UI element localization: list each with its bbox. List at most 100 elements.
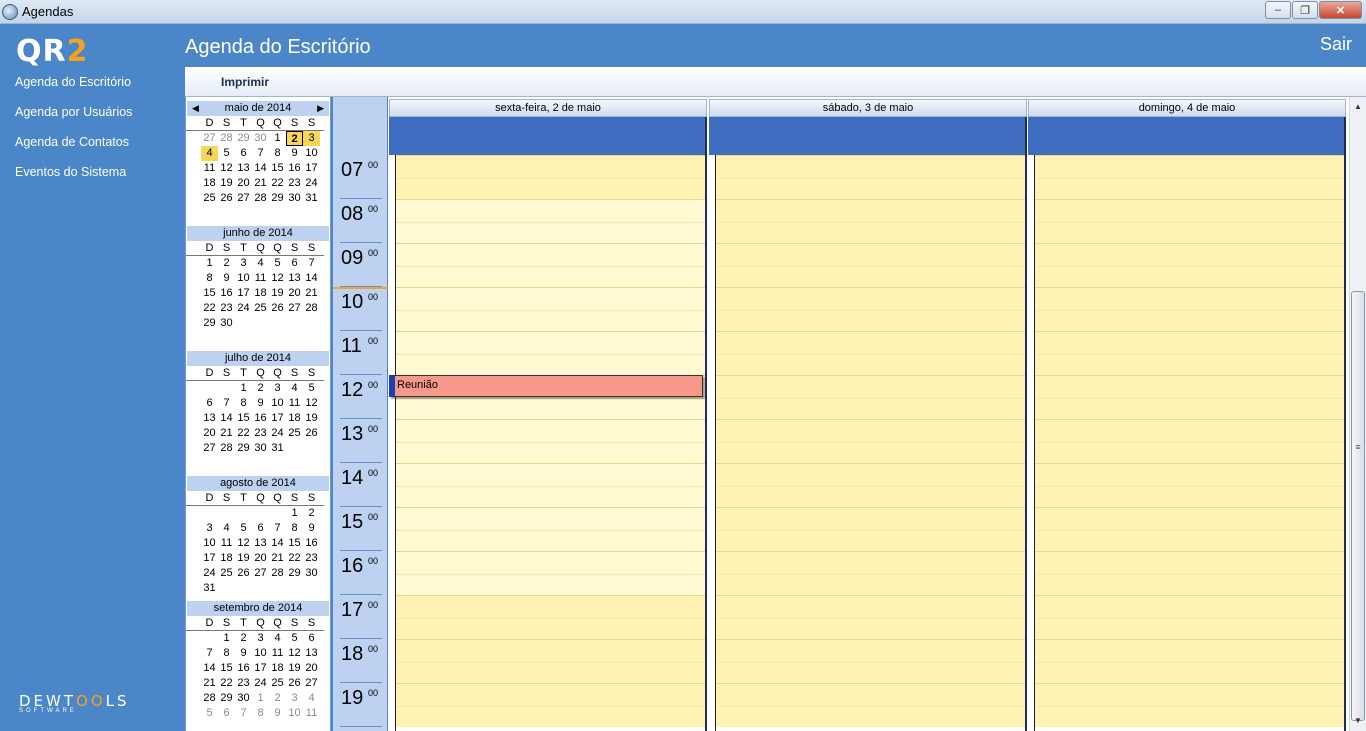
day-cell[interactable]: 18 bbox=[252, 286, 269, 301]
day-cell[interactable]: 22 bbox=[235, 426, 252, 441]
sidebar-item-eventos-sistema[interactable]: Eventos do Sistema bbox=[15, 164, 132, 194]
day-cell[interactable]: 8 bbox=[218, 646, 235, 661]
day-cell[interactable]: 14 bbox=[303, 271, 320, 286]
all-day-area[interactable] bbox=[709, 117, 1027, 155]
day-column[interactable] bbox=[1034, 155, 1346, 731]
day-cell[interactable]: 28 bbox=[303, 301, 320, 316]
print-button[interactable]: Imprimir bbox=[221, 75, 269, 89]
day-cell[interactable]: 12 bbox=[218, 161, 235, 176]
time-slot[interactable] bbox=[396, 463, 705, 507]
day-cell[interactable]: 31 bbox=[201, 581, 218, 596]
time-slot[interactable] bbox=[716, 199, 1025, 243]
day-cell[interactable]: 16 bbox=[218, 286, 235, 301]
day-cell[interactable]: 3 bbox=[201, 521, 218, 536]
day-cell[interactable]: 12 bbox=[235, 536, 252, 551]
day-cell[interactable]: 10 bbox=[201, 536, 218, 551]
time-slot[interactable] bbox=[396, 551, 705, 595]
day-cell[interactable]: 15 bbox=[235, 411, 252, 426]
time-slot[interactable] bbox=[716, 419, 1025, 463]
day-cell[interactable]: 23 bbox=[286, 176, 303, 191]
time-slot[interactable] bbox=[716, 155, 1025, 199]
day-cell[interactable]: 2 bbox=[303, 506, 320, 521]
time-slot[interactable] bbox=[1035, 155, 1344, 199]
day-cell[interactable]: 28 bbox=[201, 691, 218, 706]
day-cell[interactable]: 1 bbox=[235, 381, 252, 396]
day-cell[interactable]: 19 bbox=[235, 551, 252, 566]
day-cell[interactable]: 4 bbox=[286, 381, 303, 396]
day-cell[interactable]: 18 bbox=[201, 176, 218, 191]
day-cell[interactable]: 26 bbox=[286, 676, 303, 691]
day-cell[interactable]: 11 bbox=[269, 646, 286, 661]
day-cell[interactable]: 23 bbox=[252, 426, 269, 441]
day-cell[interactable]: 4 bbox=[303, 691, 320, 706]
day-cell[interactable]: 29 bbox=[269, 191, 286, 206]
day-cell[interactable]: 23 bbox=[218, 301, 235, 316]
day-cell[interactable]: 13 bbox=[286, 271, 303, 286]
day-cell[interactable]: 3 bbox=[252, 631, 269, 646]
day-cell[interactable]: 19 bbox=[269, 286, 286, 301]
day-cell[interactable]: 31 bbox=[303, 191, 320, 206]
day-cell[interactable]: 17 bbox=[201, 551, 218, 566]
day-cell[interactable]: 6 bbox=[235, 146, 252, 161]
day-cell[interactable]: 8 bbox=[235, 396, 252, 411]
time-slot[interactable] bbox=[396, 243, 705, 287]
day-cell[interactable]: 21 bbox=[303, 286, 320, 301]
time-slot[interactable] bbox=[716, 287, 1025, 331]
day-cell[interactable]: 16 bbox=[286, 161, 303, 176]
day-cell[interactable]: 29 bbox=[235, 441, 252, 456]
day-cell[interactable]: 7 bbox=[269, 521, 286, 536]
day-cell[interactable]: 22 bbox=[201, 301, 218, 316]
day-cell[interactable]: 9 bbox=[218, 271, 235, 286]
day-cell[interactable]: 27 bbox=[235, 191, 252, 206]
day-cell[interactable]: 7 bbox=[252, 146, 269, 161]
day-cell[interactable]: 28 bbox=[252, 191, 269, 206]
day-cell[interactable]: 18 bbox=[286, 411, 303, 426]
day-cell[interactable]: 20 bbox=[235, 176, 252, 191]
day-cell[interactable]: 26 bbox=[218, 191, 235, 206]
day-cell[interactable]: 13 bbox=[201, 411, 218, 426]
day-cell[interactable]: 11 bbox=[303, 706, 320, 721]
day-cell[interactable]: 11 bbox=[252, 271, 269, 286]
day-cell[interactable]: 10 bbox=[303, 146, 320, 161]
time-slot[interactable] bbox=[716, 639, 1025, 683]
day-cell[interactable]: 6 bbox=[286, 256, 303, 271]
time-slot[interactable] bbox=[716, 243, 1025, 287]
sidebar-item-agenda-contatos[interactable]: Agenda de Contatos bbox=[15, 134, 132, 164]
time-slot[interactable] bbox=[396, 155, 705, 199]
day-cell[interactable]: 16 bbox=[235, 661, 252, 676]
day-cell[interactable]: 27 bbox=[201, 131, 218, 146]
day-cell[interactable]: 25 bbox=[252, 301, 269, 316]
day-cell[interactable]: 2 bbox=[218, 256, 235, 271]
day-cell[interactable]: 5 bbox=[201, 706, 218, 721]
time-slot[interactable] bbox=[716, 463, 1025, 507]
day-column[interactable] bbox=[395, 155, 707, 731]
day-cell[interactable]: 8 bbox=[201, 271, 218, 286]
time-slot[interactable] bbox=[1035, 199, 1344, 243]
day-cell[interactable]: 17 bbox=[252, 661, 269, 676]
day-cell[interactable]: 30 bbox=[235, 691, 252, 706]
day-cell[interactable]: 1 bbox=[286, 506, 303, 521]
day-cell[interactable]: 23 bbox=[303, 551, 320, 566]
day-cell[interactable]: 24 bbox=[201, 566, 218, 581]
close-button[interactable]: ✕ bbox=[1319, 1, 1362, 19]
day-column[interactable] bbox=[715, 155, 1027, 731]
day-cell[interactable]: 4 bbox=[201, 146, 218, 161]
day-cell[interactable]: 5 bbox=[218, 146, 235, 161]
day-cell[interactable]: 2 bbox=[252, 381, 269, 396]
time-slot[interactable] bbox=[1035, 287, 1344, 331]
time-slot[interactable] bbox=[396, 683, 705, 727]
day-cell[interactable]: 24 bbox=[235, 301, 252, 316]
day-cell[interactable]: 6 bbox=[218, 706, 235, 721]
day-cell[interactable]: 30 bbox=[252, 131, 269, 146]
time-slot[interactable] bbox=[1035, 683, 1344, 727]
time-slot[interactable] bbox=[396, 199, 705, 243]
day-cell[interactable]: 6 bbox=[303, 631, 320, 646]
day-cell[interactable]: 24 bbox=[269, 426, 286, 441]
time-slot[interactable] bbox=[1035, 419, 1344, 463]
day-cell[interactable]: 13 bbox=[303, 646, 320, 661]
day-cell[interactable]: 1 bbox=[269, 131, 286, 146]
day-cell[interactable]: 19 bbox=[303, 411, 320, 426]
day-cell[interactable]: 23 bbox=[235, 676, 252, 691]
day-cell[interactable]: 5 bbox=[303, 381, 320, 396]
day-cell[interactable]: 10 bbox=[235, 271, 252, 286]
